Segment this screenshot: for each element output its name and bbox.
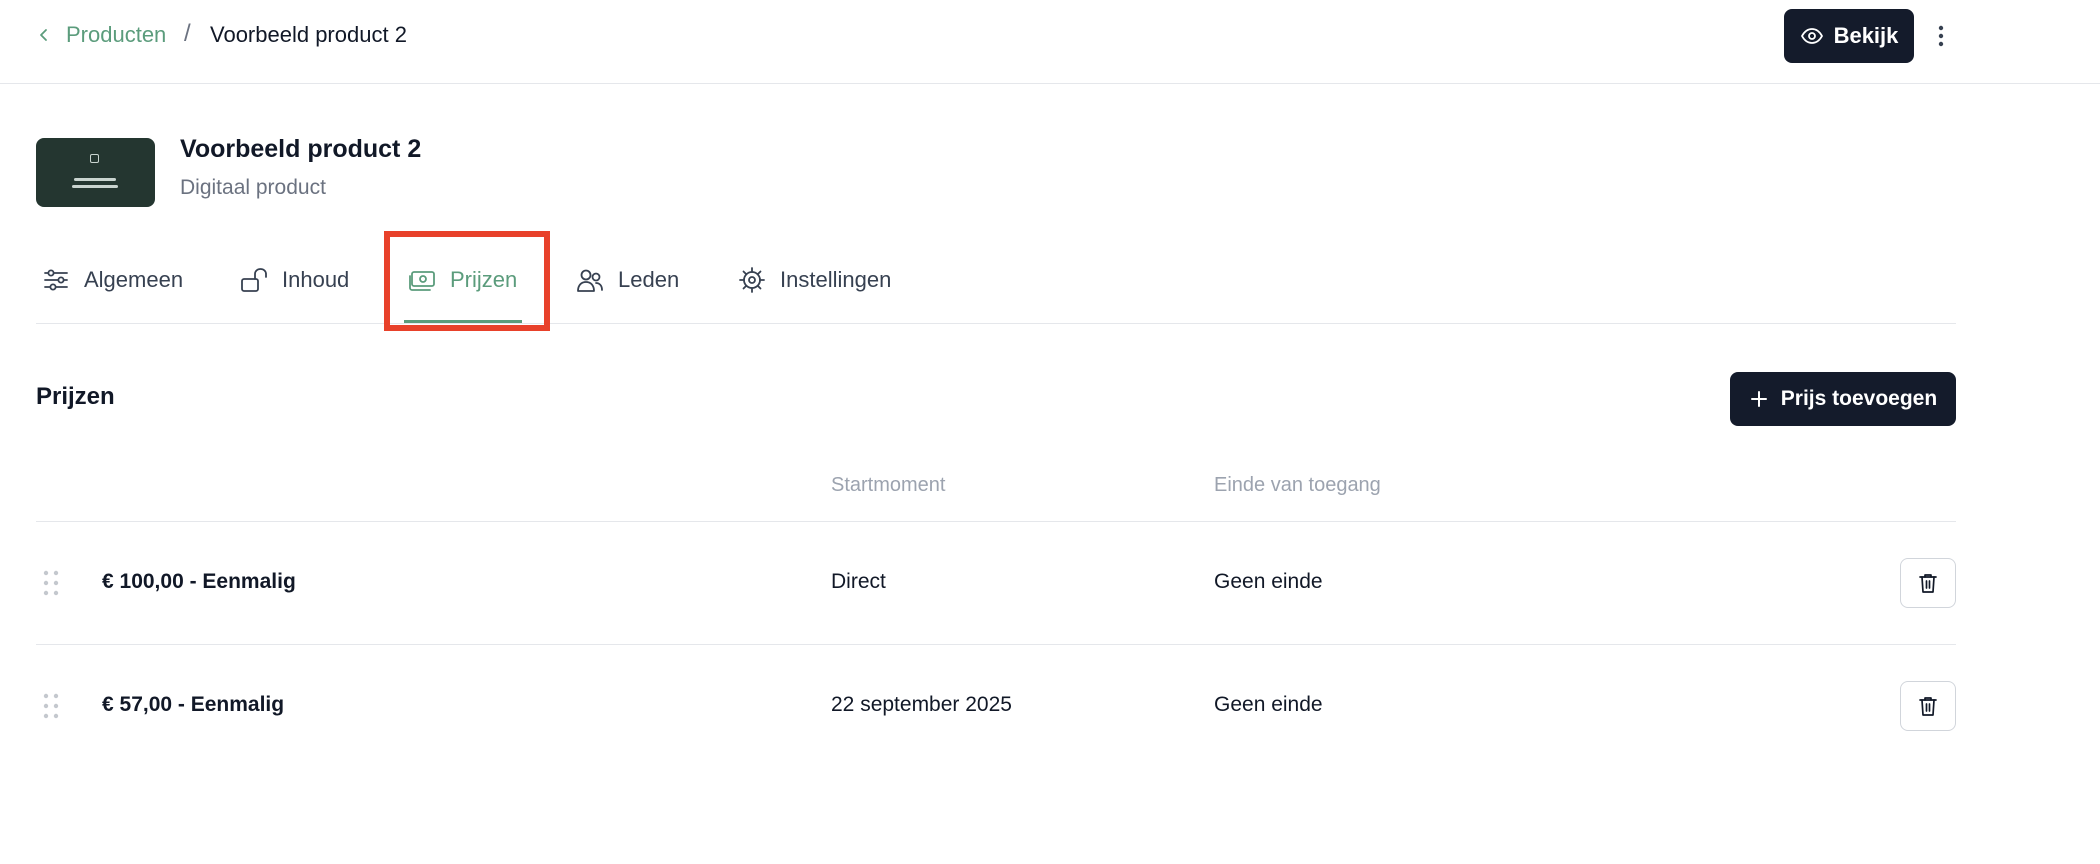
start-cell: Direct	[831, 570, 886, 593]
column-header-start: Startmoment	[831, 474, 946, 496]
view-button[interactable]: Bekijk	[1784, 9, 1914, 63]
delete-price-button[interactable]	[1900, 558, 1956, 608]
section-title: Prijzen	[36, 383, 115, 410]
tab-instellingen[interactable]: Instellingen	[738, 262, 891, 298]
top-bar: Producten / Voorbeeld product 2 Bekijk	[0, 0, 2100, 84]
users-icon	[577, 269, 603, 292]
start-cell: 22 september 2025	[831, 693, 1012, 716]
drag-handle-icon[interactable]	[42, 693, 60, 719]
breadcrumb-current: Voorbeeld product 2	[210, 22, 407, 47]
column-header-end: Einde van toegang	[1214, 474, 1381, 496]
product-thumbnail	[36, 138, 155, 207]
tab-label: Algemeen	[84, 267, 184, 292]
view-button-label: Bekijk	[1833, 23, 1899, 48]
eye-icon	[1800, 28, 1823, 44]
tab-label: Instellingen	[780, 267, 892, 292]
add-price-button[interactable]: Prijs toevoegen	[1730, 372, 1956, 426]
price-cell: € 100,00 - Eenmalig	[102, 570, 296, 593]
table-row: € 57,00 - Eenmalig 22 september 2025 Gee…	[36, 644, 1956, 767]
end-cell: Geen einde	[1214, 693, 1323, 716]
breadcrumb-back-label: Producten	[66, 22, 167, 47]
delete-price-button[interactable]	[1900, 681, 1956, 731]
unlock-icon	[241, 268, 267, 292]
tab-algemeen[interactable]: Algemeen	[42, 262, 183, 298]
tab-label: Leden	[618, 267, 680, 292]
more-options-button[interactable]	[1926, 18, 1956, 54]
breadcrumb-back-link[interactable]: Producten	[36, 22, 166, 48]
trash-icon	[1919, 574, 1937, 593]
product-title: Voorbeeld product 2	[180, 135, 422, 163]
trash-icon	[1919, 697, 1937, 716]
plus-icon	[1750, 391, 1767, 407]
tab-leden[interactable]: Leden	[576, 262, 679, 298]
more-vertical-icon	[1938, 25, 1944, 47]
tab-label: Prijzen	[450, 267, 518, 292]
table-row: € 100,00 - Eenmalig Direct Geen einde	[36, 521, 1956, 644]
end-cell: Geen einde	[1214, 570, 1323, 593]
active-tab-indicator	[404, 320, 522, 323]
tab-prijzen[interactable]: Prijzen	[408, 262, 517, 298]
drag-handle-icon[interactable]	[42, 570, 60, 596]
tab-inhoud[interactable]: Inhoud	[240, 262, 349, 298]
add-price-label: Prijs toevoegen	[1780, 387, 1938, 410]
breadcrumb-separator: /	[184, 20, 191, 47]
sliders-icon	[44, 269, 68, 291]
tab-bar: Algemeen Inhoud Prijzen Leden Instelling…	[36, 240, 1956, 324]
price-cell: € 57,00 - Eenmalig	[102, 693, 285, 716]
chevron-left-icon	[40, 29, 47, 41]
banknote-icon	[409, 271, 435, 291]
gear-icon	[739, 267, 765, 293]
product-subtitle: Digitaal product	[180, 176, 326, 199]
tab-label: Inhoud	[282, 267, 350, 292]
